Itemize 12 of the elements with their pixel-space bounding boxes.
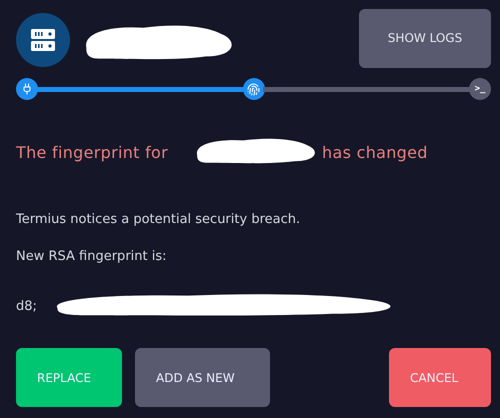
cancel-button[interactable]: CANCEL <box>389 348 491 407</box>
server-icon <box>31 29 55 51</box>
fingerprint-icon <box>247 82 260 96</box>
fingerprint-value: d8; <box>16 298 37 314</box>
heading-text: The fingerprint for <box>16 142 168 162</box>
add-button[interactable]: ADD AS NEW <box>135 348 270 407</box>
fingerprint-label: New RSA fingerprint is: <box>16 249 167 264</box>
terminal-label: >_ <box>474 84 486 94</box>
heading-text: has changed <box>322 142 428 162</box>
plug-icon <box>21 83 33 95</box>
show-logs-button[interactable]: SHOW LOGS <box>359 8 491 68</box>
notice-text: Termius notices a potential security breach. <box>16 212 300 227</box>
